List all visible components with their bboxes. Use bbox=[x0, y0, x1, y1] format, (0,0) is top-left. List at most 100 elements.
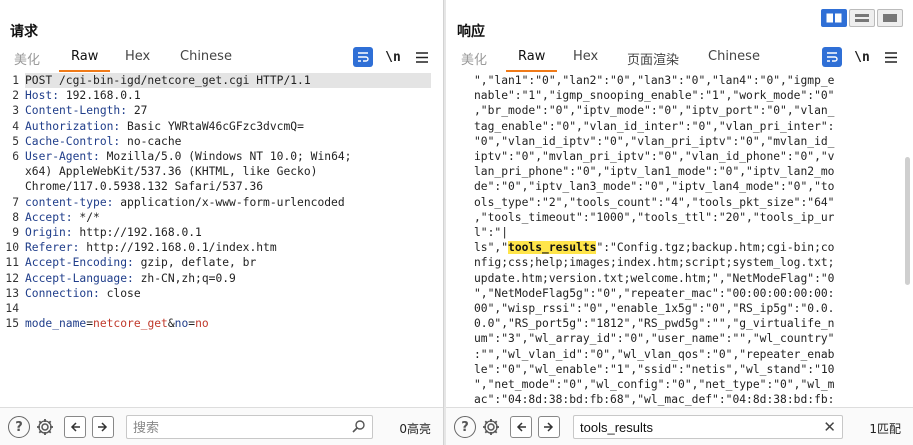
line-number: 8 bbox=[12, 210, 19, 224]
arrow-right-icon[interactable] bbox=[92, 416, 114, 438]
response-line[interactable]: nable":"1","igmp_snooping_enable":"1","w… bbox=[474, 88, 834, 103]
request-title: 请求 bbox=[10, 24, 38, 40]
menu-icon[interactable] bbox=[881, 47, 901, 67]
response-pane: 响应 美化 Raw Hex 页面渲染 Chinese \n ","lan1":"… bbox=[446, 0, 913, 445]
tab-hex[interactable]: Hex bbox=[573, 49, 598, 64]
wrap-lines-icon[interactable] bbox=[353, 47, 373, 67]
response-search-input[interactable] bbox=[574, 416, 842, 438]
code-line[interactable]: Origin: http://192.168.0.1 bbox=[25, 225, 202, 240]
response-line[interactable]: um":"3","wl_array_id":"0","user_name":""… bbox=[474, 331, 834, 346]
layout-tabs-icon[interactable] bbox=[877, 9, 903, 27]
response-line[interactable]: ac":"04:8d:38:bd:fb:68","wl_mac_def":"04… bbox=[474, 392, 834, 406]
newline-toggle-icon[interactable]: \n bbox=[383, 47, 403, 67]
code-line[interactable]: Connection: close bbox=[25, 286, 141, 301]
gear-icon[interactable] bbox=[480, 416, 502, 438]
code-line[interactable]: mode_name=netcore_get&no=no bbox=[25, 316, 209, 331]
layout-side-by-side-icon[interactable] bbox=[821, 9, 847, 27]
code-line[interactable]: content-type: application/x-www-form-url… bbox=[25, 195, 345, 210]
layout-stacked-icon[interactable] bbox=[849, 9, 875, 27]
response-line[interactable]: ","lan1":"0","lan2":"0","lan3":"0","lan4… bbox=[474, 73, 834, 88]
request-search-box bbox=[126, 415, 373, 439]
layout-toggles bbox=[821, 9, 903, 27]
response-title: 响应 bbox=[457, 24, 485, 40]
tab-hex[interactable]: Hex bbox=[125, 49, 150, 64]
response-line[interactable]: ","net_mode":"0","wl_config":"0","net_ty… bbox=[474, 377, 834, 392]
line-number: 12 bbox=[5, 271, 19, 285]
request-match-count: 0高亮 bbox=[399, 422, 431, 436]
response-line[interactable]: ols_type":"2","tools_count":"4","tools_p… bbox=[474, 195, 834, 210]
response-line[interactable]: ,"br_mode":"0","iptv_mode":"0","iptv_por… bbox=[474, 103, 834, 118]
response-line[interactable]: 00","wisp_rssi":"0","enable_1x5g":"0","R… bbox=[474, 301, 834, 316]
line-number: 15 bbox=[5, 317, 19, 331]
response-scrollbar[interactable] bbox=[905, 157, 910, 285]
gear-icon[interactable] bbox=[34, 416, 56, 438]
response-line[interactable]: l":"| bbox=[474, 225, 508, 240]
search-match-highlight: tools_results bbox=[508, 241, 597, 255]
response-match-count: 1匹配 bbox=[869, 422, 901, 436]
code-line[interactable]: Host: 192.168.0.1 bbox=[25, 88, 141, 103]
newline-toggle-icon[interactable]: \n bbox=[852, 47, 872, 67]
tab-render[interactable]: 页面渲染 bbox=[627, 49, 679, 68]
search-icon[interactable] bbox=[352, 419, 366, 437]
line-number: 14 bbox=[5, 302, 19, 315]
help-icon[interactable]: ? bbox=[454, 416, 476, 438]
menu-icon[interactable] bbox=[412, 47, 432, 67]
arrow-right-icon[interactable] bbox=[538, 416, 560, 438]
code-line[interactable]: Accept: */* bbox=[25, 210, 100, 225]
response-line[interactable]: update.htm;version.txt;welcome.htm;","Ne… bbox=[474, 271, 834, 286]
response-search-box: ✕ bbox=[573, 415, 843, 439]
request-search-input[interactable] bbox=[127, 416, 372, 438]
request-tabs: 美化 Raw Hex Chinese bbox=[0, 44, 443, 72]
line-number: 4 bbox=[12, 119, 19, 133]
line-number: 1 bbox=[12, 74, 19, 87]
line-number: 7 bbox=[12, 195, 19, 209]
response-editor[interactable]: ","lan1":"0","lan2":"0","lan3":"0","lan4… bbox=[446, 71, 913, 406]
code-line[interactable]: Accept-Encoding: gzip, deflate, br bbox=[25, 255, 256, 270]
response-line[interactable]: ls","tools_results":"Config.tgz;backup.h… bbox=[474, 240, 834, 255]
line-number: 11 bbox=[5, 256, 19, 270]
code-line[interactable]: Accept-Language: zh-CN,zh;q=0.9 bbox=[25, 271, 236, 286]
code-line[interactable]: Chrome/117.0.5938.132 Safari/537.36 bbox=[25, 179, 263, 194]
response-line[interactable]: lan_pri_phone":"0","iptv_lan1_mode":"0",… bbox=[474, 164, 834, 179]
tab-chinese[interactable]: Chinese bbox=[708, 49, 760, 64]
arrow-left-icon[interactable] bbox=[510, 416, 532, 438]
arrow-left-icon[interactable] bbox=[64, 416, 86, 438]
tab-raw[interactable]: Raw bbox=[58, 49, 111, 72]
line-number-gutter: 1 2 3 4 5 6 7 8 9 10 11 12 13 14 15 bbox=[0, 71, 22, 406]
response-footer: ? ✕ 1匹配 bbox=[446, 407, 913, 445]
line-number: 3 bbox=[12, 104, 19, 118]
wrap-lines-icon[interactable] bbox=[822, 47, 842, 67]
response-line[interactable]: iptv":"0","mvlan_pri_iptv":"0","vlan_id_… bbox=[474, 149, 834, 164]
response-line[interactable]: tag_enable":"0","vlan_id_inter":"0","vla… bbox=[474, 119, 834, 134]
response-line[interactable]: "0","vlan_id_iptv":"0","vlan_pri_iptv":"… bbox=[474, 134, 834, 149]
line-number: 9 bbox=[12, 226, 19, 239]
request-footer: ? 0高亮 bbox=[0, 407, 443, 445]
code-line[interactable]: Cache-Control: no-cache bbox=[25, 134, 181, 149]
response-line[interactable]: ","NetModeFlag5g":"0","repeater_mac":"00… bbox=[474, 286, 834, 301]
line-number: 10 bbox=[5, 241, 19, 255]
close-icon[interactable]: ✕ bbox=[823, 418, 836, 436]
line-number: 13 bbox=[5, 286, 19, 300]
response-line[interactable]: nfig;css;help;images;index.htm;script;sy… bbox=[474, 255, 834, 270]
response-tabs: 美化 Raw Hex 页面渲染 Chinese bbox=[446, 44, 913, 72]
response-line[interactable]: :"","wl_vlan_id":"0","wl_vlan_qos":"0","… bbox=[474, 347, 834, 362]
line-number: 2 bbox=[12, 89, 19, 103]
line-number: 6 bbox=[12, 150, 19, 163]
help-icon[interactable]: ? bbox=[8, 416, 30, 438]
response-line[interactable]: le":"0","wl_enable":"1","ssid":"netis","… bbox=[474, 362, 834, 377]
code-line[interactable]: x64) AppleWebKit/537.36 (KHTML, like Gec… bbox=[25, 164, 317, 179]
tab-pretty[interactable]: 美化 bbox=[14, 49, 40, 68]
code-line[interactable]: Authorization: Basic YWRtaW46cGFzc3dvcmQ… bbox=[25, 119, 304, 134]
response-line[interactable]: 0.0","RS_port5g":"1812","RS_pwd5g":"","g… bbox=[474, 316, 834, 331]
code-line[interactable]: User-Agent: Mozilla/5.0 (Windows NT 10.0… bbox=[25, 149, 351, 164]
response-line[interactable]: de":"0","iptv_lan3_mode":"0","iptv_lan4_… bbox=[474, 179, 834, 194]
code-line[interactable]: Content-Length: 27 bbox=[25, 103, 147, 118]
request-editor[interactable]: 1 2 3 4 5 6 7 8 9 10 11 12 13 14 15 POST /cgi-bin-igd/… bbox=[0, 71, 443, 406]
tab-raw[interactable]: Raw bbox=[505, 49, 558, 72]
request-pane: 请求 美化 Raw Hex Chinese \n 1 2 3 4 5 6 7 8 9 10 11 12… bbox=[0, 0, 443, 445]
response-line[interactable]: ,"tools_timeout":"1000","tools_ttl":"20"… bbox=[474, 210, 834, 225]
code-line[interactable]: POST /cgi-bin-igd/netcore_get.cgi HTTP/1… bbox=[25, 73, 431, 89]
tab-chinese[interactable]: Chinese bbox=[180, 49, 232, 64]
tab-pretty[interactable]: 美化 bbox=[461, 49, 487, 68]
code-line[interactable]: Referer: http://192.168.0.1/index.htm bbox=[25, 240, 277, 255]
